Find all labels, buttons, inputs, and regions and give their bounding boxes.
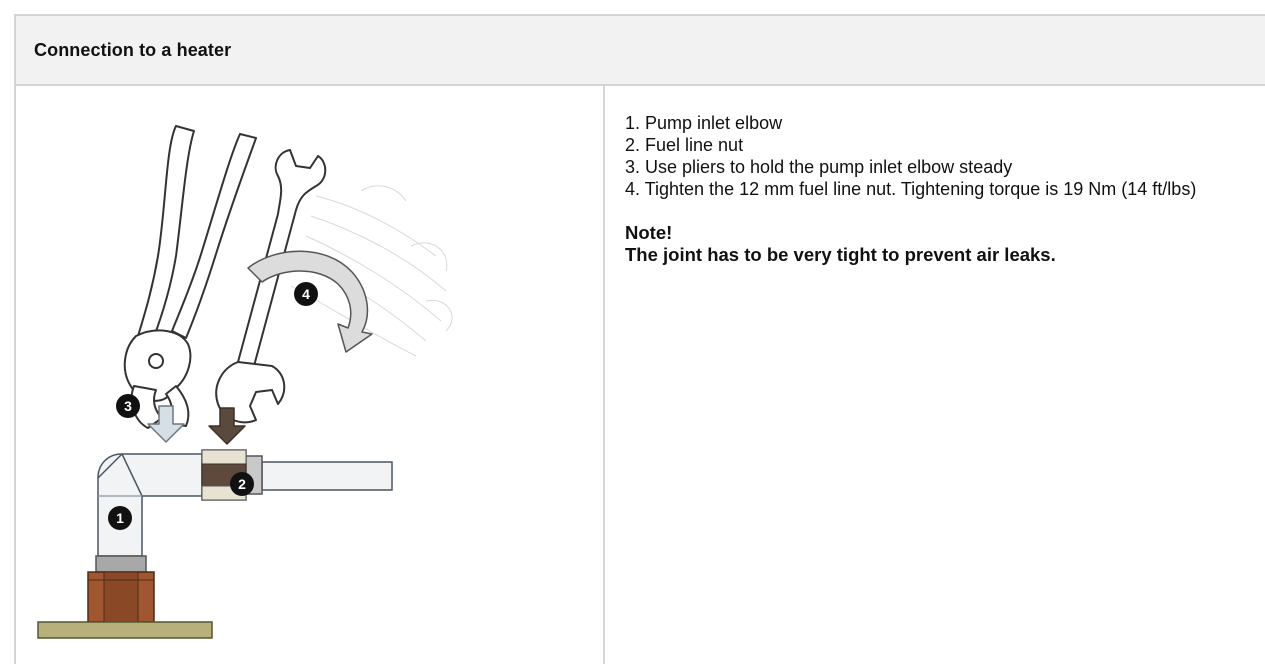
step-4: 4. Tighten the 12 mm fuel line nut. Tigh…: [625, 179, 1197, 199]
callout-1: 1: [108, 506, 132, 530]
svg-text:4: 4: [302, 286, 310, 302]
callout-3: 3: [116, 394, 140, 418]
callout-4: 4: [294, 282, 318, 306]
page: Connection to a heater 1 2 3 4 1. Pump i…: [0, 0, 1265, 664]
illustration-cell: 1 2 3 4: [16, 86, 605, 664]
step-3: 3. Use pliers to hold the pump inlet elb…: [625, 157, 1013, 177]
connection-illustration: 1 2 3 4: [37, 125, 453, 639]
table-body-row: 1 2 3 4 1. Pump inlet elbow 2. Fuel line…: [16, 86, 1265, 664]
svg-text:3: 3: [124, 398, 132, 414]
pump-fitting: [87, 571, 155, 623]
table-header: Connection to a heater: [16, 16, 1265, 86]
note-block: Note! The joint has to be very tight to …: [625, 222, 1255, 266]
fuel-line-pipe: [261, 461, 393, 491]
section-title: Connection to a heater: [34, 39, 232, 60]
svg-text:2: 2: [238, 476, 246, 492]
callout-2: 2: [230, 472, 254, 496]
pump-inlet-elbow: [97, 453, 203, 557]
step-2: 2. Fuel line nut: [625, 135, 744, 155]
elbow-collar: [95, 555, 147, 573]
step-1: 1. Pump inlet elbow: [625, 113, 783, 133]
instruction-table: Connection to a heater 1 2 3 4 1. Pump i…: [14, 14, 1265, 664]
svg-text:1: 1: [116, 510, 124, 526]
fuel-line-nut: [201, 449, 263, 501]
heater-base-plate: [37, 621, 213, 639]
instructions-cell: 1. Pump inlet elbow 2. Fuel line nut 3. …: [625, 112, 1255, 266]
note-title: Note!: [625, 222, 673, 243]
note-text: The joint has to be very tight to preven…: [625, 244, 1056, 265]
